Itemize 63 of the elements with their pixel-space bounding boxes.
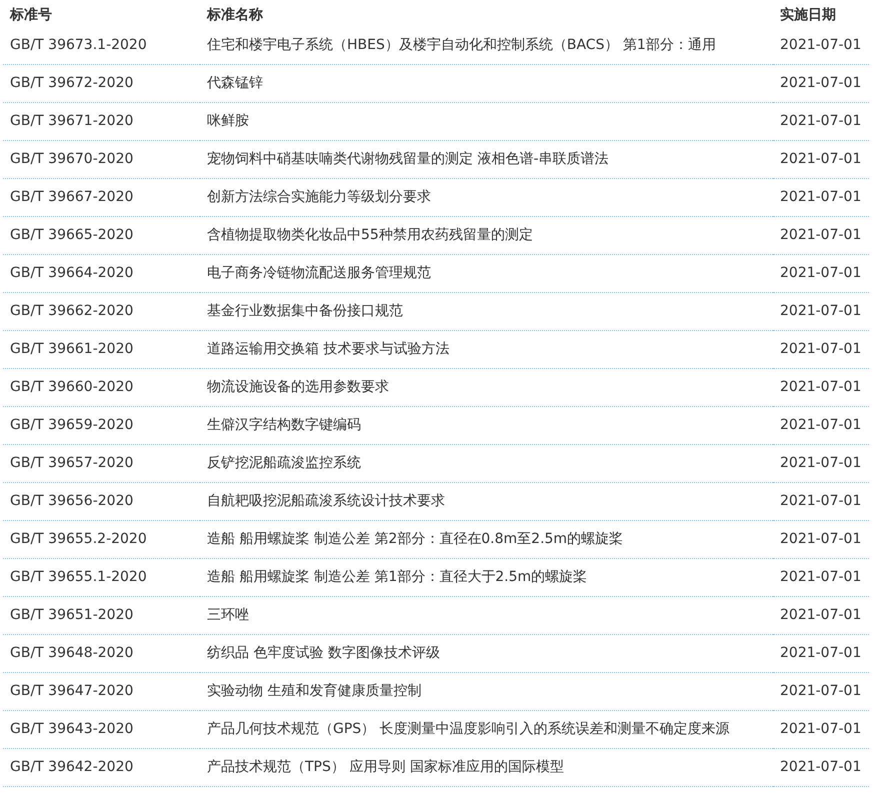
table-cell: GB/T 39665-2020 <box>3 216 200 254</box>
table-cell: GB/T 39659-2020 <box>3 406 200 444</box>
table-cell: GB/T 39642-2020 <box>3 748 200 786</box>
table-cell: 2021-07-01 <box>773 330 869 368</box>
table-cell: GB/T 39662-2020 <box>3 292 200 330</box>
table-cell: 2021-07-01 <box>773 368 869 406</box>
table-cell: 反铲挖泥船疏浚监控系统 <box>200 444 773 482</box>
table-cell: 2021-07-01 <box>773 178 869 216</box>
table-cell: GB/T 39661-2020 <box>3 330 200 368</box>
table-cell: GB/T 39673.1-2020 <box>3 27 200 64</box>
table-cell: GB/T 39671-2020 <box>3 102 200 140</box>
table-cell: 电子商务冷链物流配送服务管理规范 <box>200 254 773 292</box>
table-cell: 2021-07-01 <box>773 710 869 748</box>
table-cell: 造船 船用螺旋桨 制造公差 第2部分：直径在0.8m至2.5m的螺旋桨 <box>200 520 773 558</box>
table-cell: 道路运输用交换箱 技术要求与试验方法 <box>200 330 773 368</box>
table-cell: 2021-07-01 <box>773 292 869 330</box>
table-cell: 2021-07-01 <box>773 140 869 178</box>
table-cell: 2021-07-01 <box>773 102 869 140</box>
column-header: 标准名称 <box>206 6 264 25</box>
table-cell: GB/T 39667-2020 <box>3 178 200 216</box>
table-cell: 产品技术规范（TPS） 应用导则 国家标准应用的国际模型 <box>200 748 773 786</box>
table-cell: GB/T 39664-2020 <box>3 254 200 292</box>
table-cell: 基金行业数据集中备份接口规范 <box>200 292 773 330</box>
table-cell: 2021-07-01 <box>773 27 869 64</box>
table-cell: 2021-07-01 <box>773 520 869 558</box>
table-cell: 2021-07-01 <box>773 444 869 482</box>
table-cell: 创新方法综合实施能力等级划分要求 <box>200 178 773 216</box>
table-cell: 2021-07-01 <box>773 406 869 444</box>
table-cell: 2021-07-01 <box>773 216 869 254</box>
column-header: 标准号 <box>8 6 53 25</box>
table-cell: 纺织品 色牢度试验 数字图像技术评级 <box>200 634 773 672</box>
table-cell: GB/T 39647-2020 <box>3 672 200 710</box>
table-cell: GB/T 39655.1-2020 <box>3 558 200 596</box>
table-cell: 2021-07-01 <box>773 482 869 520</box>
table-cell: 2021-07-01 <box>773 634 869 672</box>
table-cell: GB/T 39648-2020 <box>3 634 200 672</box>
table-cell: 造船 船用螺旋桨 制造公差 第1部分：直径大于2.5m的螺旋桨 <box>200 558 773 596</box>
table-cell: GB/T 39672-2020 <box>3 64 200 102</box>
table-cell: 实验动物 生殖和发育健康质量控制 <box>200 672 773 710</box>
table-cell: GB/T 39657-2020 <box>3 444 200 482</box>
table-cell: 2021-07-01 <box>773 596 869 634</box>
table-cell: GB/T 39651-2020 <box>3 596 200 634</box>
table-cell: 咪鲜胺 <box>200 102 773 140</box>
table-cell: GB/T 39656-2020 <box>3 482 200 520</box>
table-cell: 自航耙吸挖泥船疏浚系统设计技术要求 <box>200 482 773 520</box>
table-cell: 宠物饲料中硝基呋喃类代谢物残留量的测定 液相色谱-串联质谱法 <box>200 140 773 178</box>
table-cell: 2021-07-01 <box>773 672 869 710</box>
table-cell: 2021-07-01 <box>773 254 869 292</box>
table-cell: 住宅和楼宇电子系统（HBES）及楼宇自动化和控制系统（BACS） 第1部分：通用 <box>200 27 773 64</box>
table-cell: GB/T 39655.2-2020 <box>3 520 200 558</box>
table-cell: 2021-07-01 <box>773 748 869 786</box>
table-cell: 产品几何技术规范（GPS） 长度测量中温度影响引入的系统误差和测量不确定度来源 <box>200 710 773 748</box>
table-cell: GB/T 39670-2020 <box>3 140 200 178</box>
table-cell: 2021-07-01 <box>773 64 869 102</box>
table-cell: 三环唑 <box>200 596 773 634</box>
table-cell: GB/T 39660-2020 <box>3 368 200 406</box>
column-header: 实施日期 <box>779 6 837 25</box>
table-cell: 2021-07-01 <box>773 558 869 596</box>
table-cell: GB/T 39643-2020 <box>3 710 200 748</box>
table-cell: 物流设施设备的选用参数要求 <box>200 368 773 406</box>
table-cell: 生僻汉字结构数字键编码 <box>200 406 773 444</box>
table-cell: 含植物提取物类化妆品中55种禁用农药残留量的测定 <box>200 216 773 254</box>
table-cell: 代森锰锌 <box>200 64 773 102</box>
